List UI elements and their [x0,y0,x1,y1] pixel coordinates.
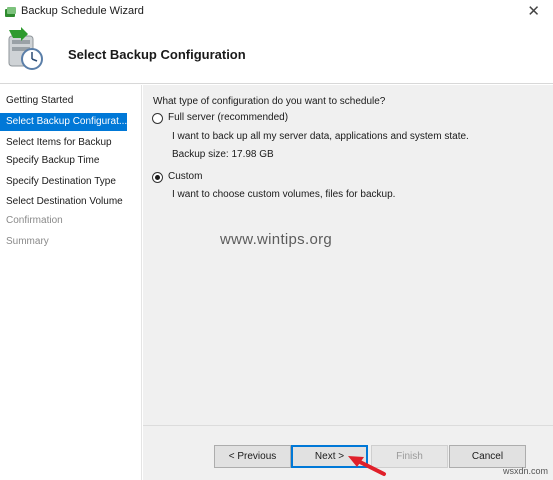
configuration-question: What type of configuration do you want t… [153,96,386,107]
sidebar-item-summary: Summary [6,236,49,247]
sidebar-item-select-backup-configuration[interactable]: Select Backup Configurat... [0,113,127,131]
window-title: Backup Schedule Wizard [21,5,144,17]
full-server-radio[interactable] [152,113,163,124]
backup-clock-icon [8,27,43,70]
corner-watermark: wsxdn.com [503,466,549,476]
backup-size-text: Backup size: 17.98 GB [172,149,274,160]
close-icon[interactable]: ✕ [527,2,540,20]
full-server-label[interactable]: Full server (recommended) [168,112,288,123]
wizard-header: Select Backup Configuration [0,24,553,84]
sidebar-item-destination-volume[interactable]: Select Destination Volume [0,193,142,211]
sidebar-item-select-items[interactable]: Select Items for Backup [0,134,142,152]
sidebar-item-confirmation: Confirmation [6,215,63,226]
title-bar: Backup Schedule Wizard ✕ [0,0,553,24]
custom-radio[interactable] [152,172,163,183]
sidebar-item-getting-started[interactable]: Getting Started [0,92,142,110]
sidebar-item-backup-time[interactable]: Specify Backup Time [0,152,142,170]
app-icon [5,7,16,17]
main-panel: What type of configuration do you want t… [143,85,553,425]
watermark-text: www.wintips.org [220,231,333,248]
wizard-steps-sidebar: Getting Started Select Backup Configurat… [0,85,142,480]
cancel-button[interactable]: Cancel [449,445,526,468]
previous-button[interactable]: < Previous [214,445,291,468]
page-title: Select Backup Configuration [68,47,246,62]
sidebar-item-destination-type[interactable]: Specify Destination Type [0,173,142,191]
custom-description: I want to choose custom volumes, files f… [172,189,396,200]
red-arrow-annotation [348,456,386,476]
full-server-description: I want to back up all my server data, ap… [172,131,469,142]
custom-label[interactable]: Custom [168,171,202,182]
